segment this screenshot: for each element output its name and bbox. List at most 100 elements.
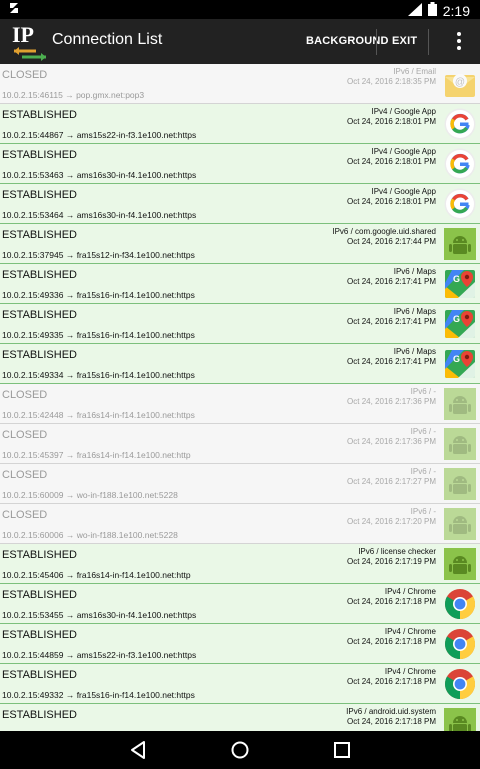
remote-address: fra15s16-in-f14.1e100.net:https bbox=[76, 330, 195, 340]
svg-text:G: G bbox=[453, 354, 460, 364]
local-address: 10.0.2.15:44867 bbox=[2, 130, 64, 140]
protocol-app: IPv6 / - bbox=[410, 387, 436, 396]
list-item[interactable]: ESTABLISHED IPv4 / Chrome Oct 24, 2016 2:1… bbox=[0, 624, 480, 664]
timestamp: Oct 24, 2016 2:17:41 PM bbox=[347, 277, 436, 286]
connection-meta: IPv6 / - Oct 24, 2016 2:17:36 PM bbox=[347, 427, 436, 447]
protocol-app: IPv6 / - bbox=[410, 507, 436, 516]
protocol-app: IPv4 / Chrome bbox=[384, 627, 436, 636]
list-item[interactable]: ESTABLISHED IPv4 / Google App Oct 24, 2016… bbox=[0, 184, 480, 224]
arrow-icon: → bbox=[63, 650, 77, 660]
remote-address: fra16s14-in-f14.1e100.net:http bbox=[76, 570, 191, 580]
chrome-icon bbox=[444, 628, 476, 660]
local-address: 10.0.2.15:49332 bbox=[2, 690, 64, 700]
connection-meta: IPv6 / Maps Oct 24, 2016 2:17:41 PM bbox=[347, 267, 436, 287]
connection-endpoints: 10.0.2.15:60006 → wo-in-f188.1e100.net:5… bbox=[2, 530, 178, 540]
timestamp: Oct 24, 2016 2:17:18 PM bbox=[347, 717, 436, 726]
timestamp: Oct 24, 2016 2:17:18 PM bbox=[347, 597, 436, 606]
list-item[interactable]: ESTABLISHED IPv6 / android.uid.system Oct … bbox=[0, 704, 480, 731]
connection-endpoints: 10.0.2.15:44859 → ams15s22-in-f3.1e100.n… bbox=[2, 650, 196, 660]
back-icon[interactable] bbox=[128, 739, 150, 761]
remote-address: fra16s14-in-f14.1e100.net:http bbox=[76, 450, 191, 460]
protocol-app: IPv6 / Maps bbox=[393, 347, 436, 356]
list-item[interactable]: ESTABLISHED IPv4 / Chrome Oct 24, 2016 2:1… bbox=[0, 584, 480, 624]
local-address: 10.0.2.15:46115 bbox=[2, 90, 63, 100]
protocol-app: IPv4 / Google App bbox=[371, 147, 437, 156]
recents-icon[interactable] bbox=[331, 739, 353, 761]
remote-address: ams15s22-in-f3.1e100.net:https bbox=[76, 130, 197, 140]
protocol-app: IPv6 / com.google.uid.shared bbox=[332, 227, 436, 236]
list-item[interactable]: ESTABLISHED IPv4 / Google App Oct 24, 2016… bbox=[0, 104, 480, 144]
protocol-app: IPv6 / Email bbox=[393, 67, 436, 76]
protocol-app: IPv6 / Maps bbox=[393, 267, 436, 276]
local-address: 10.0.2.15:60009 bbox=[2, 490, 64, 500]
arrow-icon: → bbox=[63, 250, 77, 260]
arrow-icon: → bbox=[63, 170, 77, 180]
timestamp: Oct 24, 2016 2:18:01 PM bbox=[347, 157, 436, 166]
connection-endpoints: 10.0.2.15:45406 → fra16s14-in-f14.1e100.… bbox=[2, 570, 191, 580]
local-address: 10.0.2.15:60006 bbox=[2, 530, 64, 540]
remote-address: wo-in-f188.1e100.net:5228 bbox=[76, 490, 178, 500]
list-item[interactable]: ESTABLISHED IPv6 / Maps Oct 24, 2016 2:17:… bbox=[0, 264, 480, 304]
email-icon: @ bbox=[444, 68, 476, 100]
connection-state: ESTABLISHED bbox=[2, 149, 77, 161]
android-icon bbox=[444, 508, 476, 540]
timestamp: Oct 24, 2016 2:17:19 PM bbox=[347, 557, 436, 566]
list-item[interactable]: CLOSED IPv6 / - Oct 24, 2016 2:17:20 PM 10.… bbox=[0, 504, 480, 544]
list-item[interactable]: CLOSED IPv6 / - Oct 24, 2016 2:17:27 PM 10.… bbox=[0, 464, 480, 504]
home-icon[interactable] bbox=[229, 739, 251, 761]
svg-text:IP: IP bbox=[12, 23, 34, 47]
maps-icon: G bbox=[444, 348, 476, 380]
connection-meta: IPv4 / Google App Oct 24, 2016 2:18:01 PM bbox=[347, 147, 436, 167]
status-icons: 2:19 bbox=[407, 2, 470, 19]
connection-meta: IPv6 / - Oct 24, 2016 2:17:20 PM bbox=[347, 507, 436, 527]
remote-address: ams15s22-in-f3.1e100.net:https bbox=[76, 650, 197, 660]
connection-meta: IPv4 / Chrome Oct 24, 2016 2:17:18 PM bbox=[347, 587, 436, 607]
google-icon bbox=[444, 188, 476, 220]
connection-endpoints: 10.0.2.15:60009 → wo-in-f188.1e100.net:5… bbox=[2, 490, 178, 500]
android-icon bbox=[444, 468, 476, 500]
connection-state: ESTABLISHED bbox=[2, 109, 77, 121]
list-item[interactable]: ESTABLISHED IPv4 / Chrome Oct 24, 2016 2:1… bbox=[0, 664, 480, 704]
overflow-menu-icon[interactable] bbox=[456, 32, 462, 52]
timestamp: Oct 24, 2016 2:17:27 PM bbox=[347, 477, 436, 486]
exit-button[interactable]: EXIT bbox=[392, 35, 417, 47]
list-item[interactable]: CLOSED IPv6 / Email Oct 24, 2016 2:18:35 P… bbox=[0, 64, 480, 104]
list-item[interactable]: CLOSED IPv6 / - Oct 24, 2016 2:17:36 PM 10.… bbox=[0, 384, 480, 424]
connection-endpoints: 10.0.2.15:42448 → fra16s14-in-f14.1e100.… bbox=[2, 410, 195, 420]
connection-state: ESTABLISHED bbox=[2, 669, 77, 681]
timestamp: Oct 24, 2016 2:17:41 PM bbox=[347, 317, 436, 326]
list-item[interactable]: ESTABLISHED IPv4 / Google App Oct 24, 2016… bbox=[0, 144, 480, 184]
connection-endpoints: 10.0.2.15:46115 → pop.gmx.net:pop3 bbox=[2, 90, 144, 100]
status-bar: 2:19 bbox=[0, 0, 480, 19]
connection-state: ESTABLISHED bbox=[2, 629, 77, 641]
notification-icon bbox=[8, 1, 22, 18]
local-address: 10.0.2.15:42448 bbox=[2, 410, 64, 420]
remote-address: fra16s14-in-f14.1e100.net:https bbox=[76, 410, 195, 420]
divider bbox=[428, 29, 429, 55]
timestamp: Oct 24, 2016 2:17:20 PM bbox=[347, 517, 436, 526]
list-item[interactable]: CLOSED IPv6 / - Oct 24, 2016 2:17:36 PM 10.… bbox=[0, 424, 480, 464]
maps-icon: G bbox=[444, 308, 476, 340]
timestamp: Oct 24, 2016 2:17:36 PM bbox=[347, 437, 436, 446]
list-item[interactable]: ESTABLISHED IPv6 / Maps Oct 24, 2016 2:17:… bbox=[0, 304, 480, 344]
local-address: 10.0.2.15:53464 bbox=[2, 210, 64, 220]
list-item[interactable]: ESTABLISHED IPv6 / Maps Oct 24, 2016 2:17:… bbox=[0, 344, 480, 384]
list-item[interactable]: ESTABLISHED IPv6 / license checker Oct 24,… bbox=[0, 544, 480, 584]
local-address: 10.0.2.15:49335 bbox=[2, 330, 64, 340]
android-icon bbox=[444, 228, 476, 260]
connection-state: ESTABLISHED bbox=[2, 709, 77, 721]
connection-state: ESTABLISHED bbox=[2, 269, 77, 281]
connection-state: ESTABLISHED bbox=[2, 349, 77, 361]
local-address: 10.0.2.15:44859 bbox=[2, 650, 64, 660]
list-item[interactable]: ESTABLISHED IPv6 / com.google.uid.shared O… bbox=[0, 224, 480, 264]
page-title: Connection List bbox=[52, 31, 163, 48]
clock: 2:19 bbox=[442, 2, 470, 19]
connection-meta: IPv6 / Email Oct 24, 2016 2:18:35 PM bbox=[347, 67, 436, 87]
android-icon bbox=[444, 388, 476, 420]
svg-text:G: G bbox=[453, 274, 460, 284]
connection-meta: IPv6 / license checker Oct 24, 2016 2:17:… bbox=[347, 547, 436, 567]
divider bbox=[376, 29, 377, 55]
arrow-icon: → bbox=[63, 330, 77, 340]
connection-meta: IPv6 / Maps Oct 24, 2016 2:17:41 PM bbox=[347, 347, 436, 367]
connection-state: CLOSED bbox=[2, 69, 48, 81]
